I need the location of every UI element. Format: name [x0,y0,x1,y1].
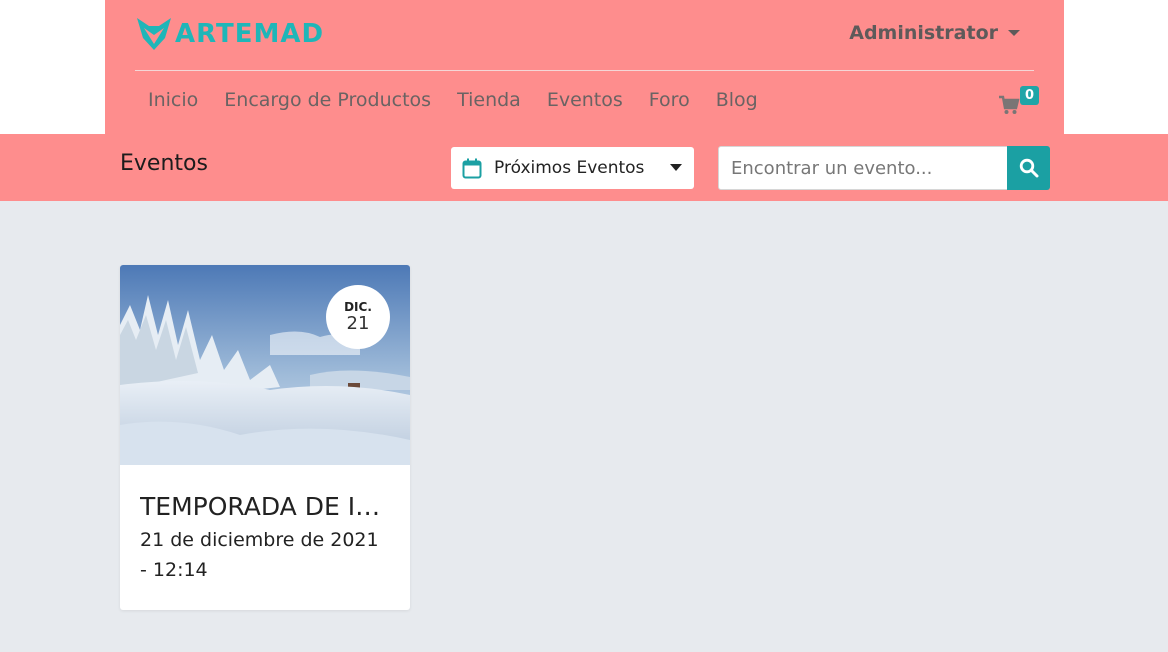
event-date-badge: DIC. 21 [326,285,390,349]
event-filter-value: Próximos Eventos [494,158,645,178]
fox-logo-icon [137,18,171,50]
nav-item-foro[interactable]: Foro [649,89,690,111]
nav-item-eventos[interactable]: Eventos [547,89,623,111]
calendar-icon [462,158,482,178]
search-icon [1019,158,1038,178]
event-filter-dropdown[interactable]: Próximos Eventos [451,147,694,189]
site-header: ARTEMAD Administrator Inicio Encargo de … [105,0,1064,134]
event-search-input[interactable] [718,146,1008,190]
shopping-cart-icon [999,95,1020,114]
event-day: 21 [346,313,370,334]
event-card[interactable]: DIC. 21 TEMPORADA DE INVIERNO 21 de dici… [120,265,410,610]
user-name: Administrator [849,22,998,44]
chevron-down-icon [670,164,682,171]
nav-item-tienda[interactable]: Tienda [457,89,521,111]
nav-item-inicio[interactable]: Inicio [148,89,198,111]
event-month: DIC. [344,300,372,314]
event-datetime: 21 de diciembre de 2021 - 12:14 [140,529,379,581]
page-title: Eventos [120,151,208,176]
brand-logo[interactable]: ARTEMAD [135,16,324,52]
nav-item-blog[interactable]: Blog [716,89,758,111]
event-title[interactable]: TEMPORADA DE INVIERNO [140,492,390,521]
main-nav: Inicio Encargo de Productos Tienda Event… [148,89,784,111]
search-button[interactable] [1007,146,1050,190]
brand-name: ARTEMAD [175,19,325,49]
cart-button[interactable]: 0 [998,86,1040,120]
header-divider [135,70,1034,71]
cart-count-badge: 0 [1020,86,1040,105]
chevron-down-icon [1008,30,1020,36]
nav-item-encargo[interactable]: Encargo de Productos [224,89,431,111]
user-menu[interactable]: Administrator [849,22,1020,44]
